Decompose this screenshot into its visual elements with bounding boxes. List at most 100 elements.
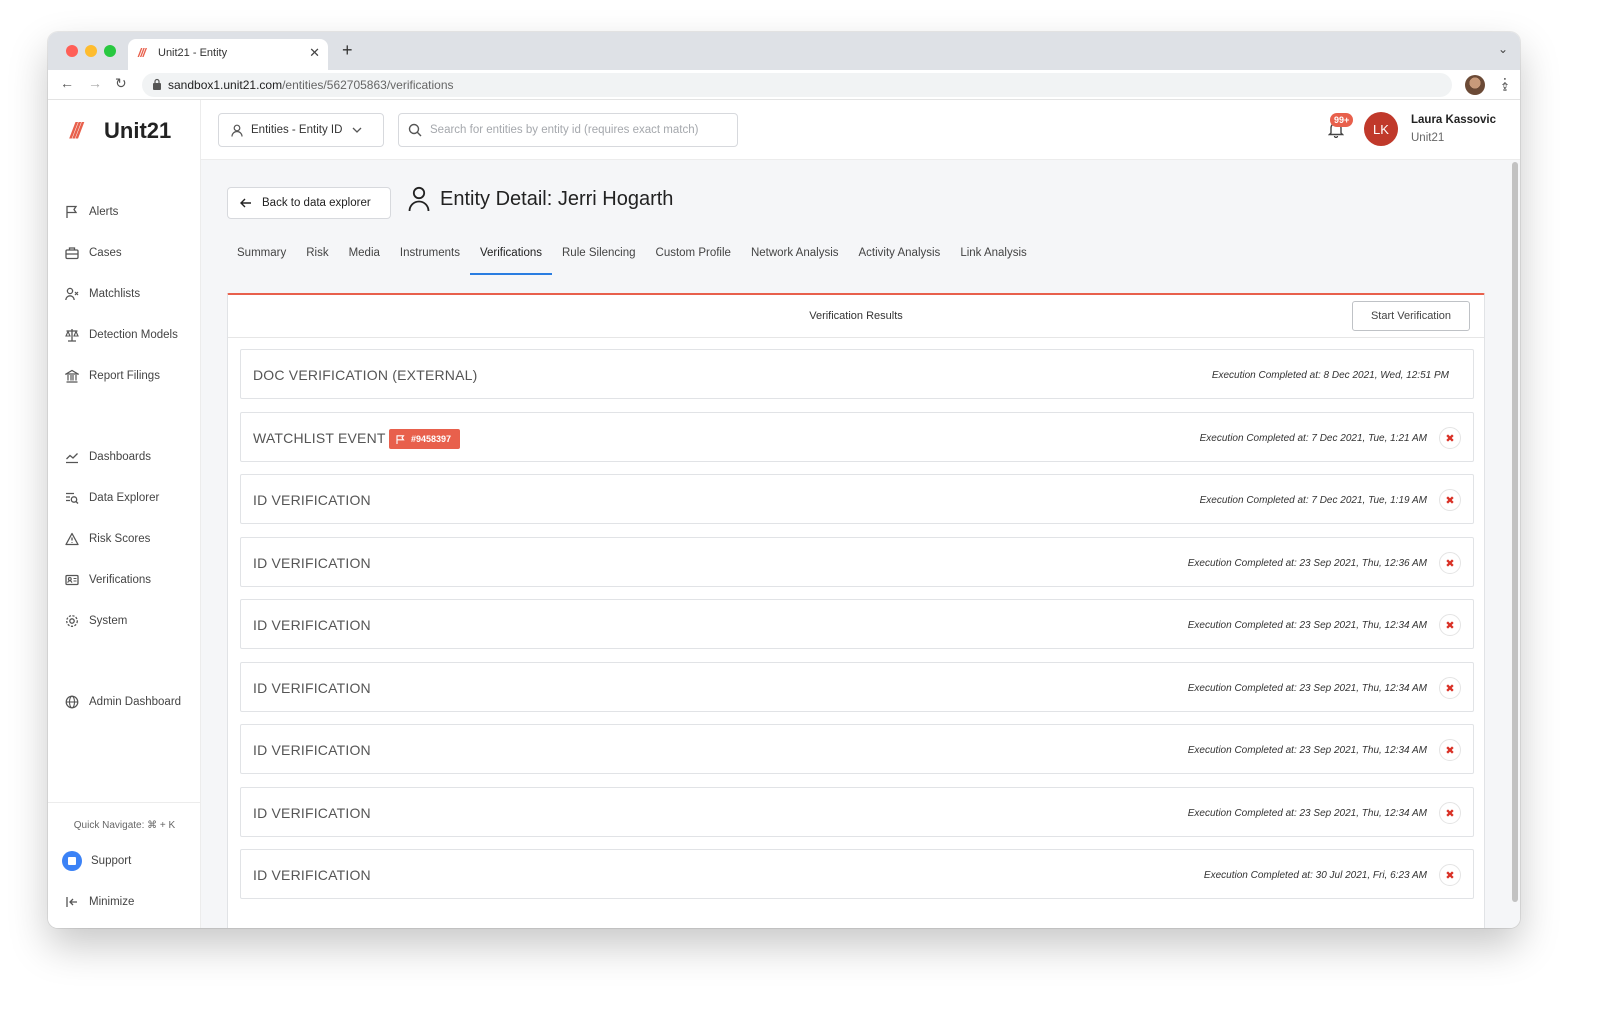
verification-row[interactable]: DOC VERIFICATION (EXTERNAL) Execution Co… xyxy=(240,349,1474,399)
user-name: Laura Kassovic xyxy=(1411,114,1497,126)
lock-icon xyxy=(153,78,161,90)
verification-row[interactable]: ID VERIFICATION Execution Completed at: … xyxy=(240,662,1474,712)
sidebar-item-verifications[interactable]: Verifications xyxy=(64,569,194,591)
url-text: sandbox1.unit21.com/entities/562705863/v… xyxy=(168,78,454,92)
sidebar-item-dashboards[interactable]: Dashboards xyxy=(64,446,194,468)
sidebar-item-admin-dashboard[interactable]: Admin Dashboard xyxy=(64,691,194,713)
flag-icon xyxy=(396,434,405,444)
delete-verification-button[interactable]: ✖ xyxy=(1439,677,1461,699)
close-icon: ✖ xyxy=(1445,494,1455,507)
verification-row[interactable]: WATCHLIST EVENT #9458397 Execution Compl… xyxy=(240,412,1474,462)
minimize-window-button[interactable] xyxy=(85,45,97,57)
tab-network-analysis[interactable]: Network Analysis xyxy=(741,239,849,275)
verification-row[interactable]: ID VERIFICATION Execution Completed at: … xyxy=(240,599,1474,649)
tab-rule-silencing[interactable]: Rule Silencing xyxy=(552,239,646,275)
sidebar-item-label: Verifications xyxy=(89,574,152,586)
new-tab-icon[interactable]: + xyxy=(342,40,353,61)
tab-custom-profile[interactable]: Custom Profile xyxy=(646,239,741,275)
minimize-sidebar-button[interactable]: Minimize xyxy=(64,891,194,913)
content-scrollbar[interactable] xyxy=(1512,162,1518,902)
browser-profile-avatar[interactable] xyxy=(1465,75,1485,95)
unit21-logo-mark-icon: /// xyxy=(70,118,82,143)
browser-tab[interactable]: /// Unit21 - Entity ✕ xyxy=(128,39,328,70)
maximize-window-button[interactable] xyxy=(104,45,116,57)
user-avatar[interactable]: LK xyxy=(1364,112,1398,146)
tab-search-chevron-icon[interactable]: ⌄ xyxy=(1498,42,1508,56)
delete-verification-button[interactable]: ✖ xyxy=(1439,802,1461,824)
top-bar: Entities - Entity ID 99+ LK Laura Kassov… xyxy=(201,100,1520,160)
sidebar-item-matchlists[interactable]: Matchlists xyxy=(64,283,194,305)
tab-media[interactable]: Media xyxy=(339,239,390,275)
back-arrow-icon[interactable]: ← xyxy=(60,75,74,91)
address-bar: ← → ↻ sandbox1.unit21.com/entities/56270… xyxy=(48,70,1520,100)
close-icon: ✖ xyxy=(1445,557,1455,570)
browser-menu-kebab-icon[interactable]: ⋮ xyxy=(1498,75,1512,92)
delete-verification-button[interactable]: ✖ xyxy=(1439,552,1461,574)
verification-time: Execution Completed at: 23 Sep 2021, Thu… xyxy=(1187,808,1427,819)
user-org: Unit21 xyxy=(1411,132,1445,144)
tab-instruments[interactable]: Instruments xyxy=(390,239,470,275)
forward-arrow-icon[interactable]: → xyxy=(88,75,102,91)
tab-activity-analysis[interactable]: Activity Analysis xyxy=(849,239,951,275)
reload-icon[interactable]: ↻ xyxy=(115,75,127,92)
delete-verification-button[interactable]: ✖ xyxy=(1439,864,1461,886)
verification-type: ID VERIFICATION xyxy=(253,617,371,633)
delete-verification-button[interactable]: ✖ xyxy=(1439,427,1461,449)
sidebar-item-risk-scores[interactable]: Risk Scores xyxy=(64,528,194,550)
verification-type: DOC VERIFICATION (EXTERNAL) xyxy=(253,367,478,383)
warning-triangle-icon xyxy=(64,531,80,547)
sidebar-item-label: Cases xyxy=(89,247,122,259)
delete-verification-button[interactable]: ✖ xyxy=(1439,739,1461,761)
sidebar-item-system[interactable]: System xyxy=(64,610,194,632)
browser-tab-title: Unit21 - Entity xyxy=(158,47,228,59)
support-button[interactable]: Support xyxy=(62,850,192,872)
data-search-icon xyxy=(64,490,80,506)
minimize-label: Minimize xyxy=(89,896,135,908)
sidebar-item-label: System xyxy=(89,615,128,627)
id-card-icon xyxy=(64,572,80,588)
panel-header: Verification Results Start Verification xyxy=(228,295,1484,338)
url-field[interactable]: sandbox1.unit21.com/entities/562705863/v… xyxy=(142,73,1510,97)
alert-id-badge[interactable]: #9458397 xyxy=(389,429,461,449)
browser-window: /// Unit21 - Entity ✕ + ⌄ ← → ↻ sandbox1… xyxy=(48,32,1520,928)
verification-type: ID VERIFICATION xyxy=(253,742,371,758)
bank-icon xyxy=(64,368,80,384)
page-title: Entity Detail: Jerri Hogarth xyxy=(440,187,674,210)
entity-type-select[interactable]: Entities - Entity ID xyxy=(218,113,384,147)
arrow-left-icon xyxy=(240,198,251,208)
verification-row[interactable]: ID VERIFICATION Execution Completed at: … xyxy=(240,787,1474,837)
tab-risk[interactable]: Risk xyxy=(296,239,338,275)
sidebar-item-label: Admin Dashboard xyxy=(89,696,182,708)
verification-row[interactable]: ID VERIFICATION Execution Completed at: … xyxy=(240,537,1474,587)
tab-summary[interactable]: Summary xyxy=(227,239,296,275)
tab-verifications[interactable]: Verifications xyxy=(469,239,553,275)
delete-verification-button[interactable]: ✖ xyxy=(1439,489,1461,511)
verification-type: ID VERIFICATION xyxy=(253,492,371,508)
sidebar-item-report-filings[interactable]: Report Filings xyxy=(64,365,194,387)
sidebar-divider xyxy=(48,802,201,803)
verification-time: Execution Completed at: 7 Dec 2021, Tue,… xyxy=(1199,495,1427,506)
verification-row[interactable]: ID VERIFICATION Execution Completed at: … xyxy=(240,849,1474,899)
delete-verification-button[interactable]: ✖ xyxy=(1439,614,1461,636)
verification-time: Execution Completed at: 23 Sep 2021, Thu… xyxy=(1187,620,1427,631)
sidebar-item-detection-models[interactable]: Detection Models xyxy=(64,324,194,346)
sidebar-item-alerts[interactable]: Alerts xyxy=(64,201,194,223)
sidebar-item-cases[interactable]: Cases xyxy=(64,242,194,264)
sidebar-item-data-explorer[interactable]: Data Explorer xyxy=(64,487,194,509)
tab-link-analysis[interactable]: Link Analysis xyxy=(950,239,1036,275)
search-input[interactable] xyxy=(430,124,730,136)
start-verification-button[interactable]: Start Verification xyxy=(1352,301,1470,331)
verification-row[interactable]: ID VERIFICATION Execution Completed at: … xyxy=(240,474,1474,524)
verification-type: WATCHLIST EVENT xyxy=(253,430,386,446)
back-to-data-explorer-button[interactable]: Back to data explorer xyxy=(227,187,391,219)
globe-icon xyxy=(64,694,80,710)
main-content: Back to data explorer Entity Detail: Jer… xyxy=(201,160,1520,928)
browser-tabbar: /// Unit21 - Entity ✕ + ⌄ xyxy=(48,32,1520,70)
verification-row[interactable]: ID VERIFICATION Execution Completed at: … xyxy=(240,724,1474,774)
scale-icon xyxy=(64,327,80,343)
tab-close-icon[interactable]: ✕ xyxy=(309,45,320,61)
entity-search[interactable] xyxy=(398,113,738,147)
notification-count-badge: 99+ xyxy=(1330,113,1354,127)
sidebar-item-label: Matchlists xyxy=(89,288,141,300)
close-window-button[interactable] xyxy=(66,45,78,57)
